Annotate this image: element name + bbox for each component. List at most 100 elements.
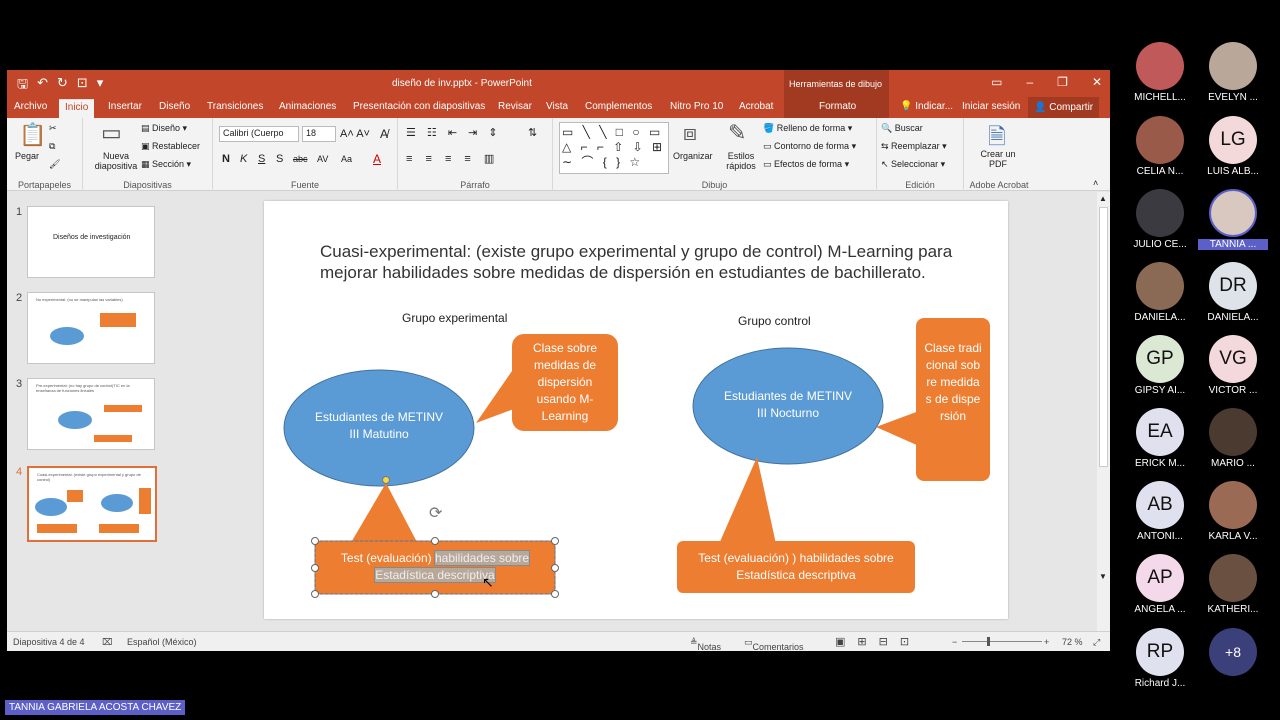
tab-presentacion[interactable]: Presentación con diapositivas — [353, 101, 485, 112]
share-button[interactable]: 👤 Compartir — [1028, 97, 1100, 118]
maximize-icon[interactable]: ❐ — [1057, 75, 1068, 89]
close-icon[interactable]: ✕ — [1092, 75, 1102, 89]
list-icons[interactable]: ☰ ☷ ⇤ ⇥ ⇕ — [406, 126, 502, 139]
resize-handle[interactable] — [551, 590, 559, 598]
vertical-scrollbar[interactable]: ▲ ▼ — [1097, 192, 1110, 632]
underline-button[interactable]: S — [258, 153, 265, 165]
ctrl-group-label[interactable]: Grupo control — [738, 314, 811, 328]
zoom-slider[interactable] — [962, 641, 1042, 642]
participant-tile[interactable]: KATHERI... — [1198, 554, 1268, 615]
ribbon-options-icon[interactable]: ▭ — [991, 75, 1002, 89]
paste-button[interactable]: Pegar — [15, 151, 39, 161]
quick-styles-icon[interactable]: ✎ — [728, 120, 746, 146]
participant-tile[interactable]: KARLA V... — [1198, 481, 1268, 542]
cut-icon[interactable]: ✂ — [49, 123, 57, 134]
font-size-select[interactable]: 18 — [302, 126, 336, 142]
tab-diseno[interactable]: Diseño — [159, 101, 190, 112]
zoom-out-icon[interactable]: − — [952, 637, 957, 647]
select-button[interactable]: ↖ Seleccionar ▾ — [881, 159, 945, 170]
tab-nitro[interactable]: Nitro Pro 10 — [670, 101, 723, 112]
create-pdf-button[interactable]: Crear un PDF — [978, 149, 1018, 169]
participant-tile[interactable]: GP GIPSY AI... — [1125, 335, 1195, 396]
participant-tile[interactable]: TANNIA ... — [1198, 189, 1268, 250]
find-button[interactable]: 🔍 Buscar — [881, 123, 923, 134]
zoom-slider-thumb[interactable] — [987, 637, 990, 646]
align-icons[interactable]: ≡ ≡ ≡ ≡ ▥ — [406, 152, 499, 165]
format-painter-icon[interactable]: 🖌 — [49, 159, 60, 170]
tab-animaciones[interactable]: Animaciones — [279, 101, 336, 112]
customize-qat-icon[interactable]: ▾ — [97, 75, 104, 97]
slide-thumbnail-2[interactable]: No experimental: (no se manipulan las va… — [27, 292, 155, 364]
exp-test-text[interactable]: Test (evaluación) habilidades sobre Esta… — [320, 550, 550, 584]
reset-button[interactable]: ▣ Restablecer — [141, 141, 200, 152]
rotate-handle-icon[interactable]: ⟳ — [429, 503, 443, 522]
section-button[interactable]: ▦ Sección ▾ — [141, 159, 191, 170]
clear-format-icon[interactable]: A̸ — [380, 127, 388, 141]
resize-handle[interactable] — [551, 564, 559, 572]
tab-transiciones[interactable]: Transiciones — [207, 101, 263, 112]
spellcheck-icon[interactable]: ⌧ — [102, 637, 112, 648]
resize-handle[interactable] — [431, 537, 439, 545]
participant-tile[interactable]: AB ANTONI... — [1125, 481, 1195, 542]
save-icon[interactable]: 🖫 — [17, 75, 28, 97]
collapse-ribbon-icon[interactable]: ˄ — [1093, 178, 1098, 188]
font-color-icon[interactable]: A — [373, 152, 381, 166]
participant-tile[interactable]: CELIA N... — [1125, 116, 1195, 177]
participant-tile[interactable]: AP ANGELA ... — [1125, 554, 1195, 615]
arrange-icon[interactable]: ⧈ — [683, 120, 697, 146]
shape-fill-button[interactable]: 🪣 Relleno de forma ▾ — [763, 123, 852, 134]
zoom-level[interactable]: 72 % — [1062, 637, 1083, 647]
shape-outline-button[interactable]: ▭ Contorno de forma ▾ — [763, 141, 856, 152]
new-slide-button[interactable]: Nueva diapositiva — [93, 151, 139, 171]
participant-tile[interactable]: MICHELL... — [1125, 42, 1195, 103]
scroll-up-icon[interactable]: ▲ — [1099, 194, 1107, 203]
language-status[interactable]: Español (México) — [127, 637, 197, 647]
undo-icon[interactable]: ↶ — [37, 75, 48, 97]
grow-font-icon[interactable]: A˄ A˅ — [340, 128, 370, 140]
participant-tile[interactable]: RP Richard J... — [1125, 628, 1195, 689]
italic-button[interactable]: K — [240, 153, 247, 165]
tab-complementos[interactable]: Complementos — [585, 101, 652, 112]
change-case-button[interactable]: Aa — [341, 154, 352, 164]
arrange-button[interactable]: Organizar — [673, 151, 713, 161]
participant-tile[interactable]: VG VICTOR ... — [1198, 335, 1268, 396]
new-slide-icon[interactable]: ▭ — [101, 120, 122, 146]
fit-slide-icon[interactable]: ⤢ — [1093, 637, 1100, 648]
signin-link[interactable]: Iniciar sesión — [962, 101, 1020, 112]
adjust-handle[interactable] — [382, 476, 390, 484]
slide-thumbnail-1[interactable]: Diseños de investigación — [27, 206, 155, 278]
present-icon[interactable]: ⊡ — [77, 75, 88, 97]
replace-button[interactable]: ⇆ Reemplazar ▾ — [881, 141, 947, 152]
slide-thumbnail-3[interactable]: Pre-experimental: (no hay grupo de contr… — [27, 378, 155, 450]
shapes-gallery[interactable]: ▭ ╲ ╲ □ ○ ▭ △ ⌐ ⌐ ⇧ ⇩ ⊞ ∼ ⌒ { } ☆ — [559, 122, 669, 174]
resize-handle[interactable] — [431, 590, 439, 598]
tell-me-search[interactable]: 💡 Indicar... — [900, 101, 953, 112]
bold-button[interactable]: N — [222, 153, 230, 165]
slide-thumbnail-4[interactable]: Cuasi-experimental: (existe grupo experi… — [27, 466, 157, 542]
scroll-thumb[interactable] — [1099, 207, 1108, 467]
font-name-select[interactable]: Calibri (Cuerpo — [219, 126, 299, 142]
tab-formato[interactable]: Formato — [784, 97, 889, 118]
resize-handle[interactable] — [311, 590, 319, 598]
tab-archivo[interactable]: Archivo — [14, 101, 47, 112]
text-direction-icon[interactable]: ⇅ — [528, 126, 537, 139]
resize-handle[interactable] — [311, 564, 319, 572]
char-spacing-button[interactable]: AV — [317, 154, 328, 164]
exp-group-label[interactable]: Grupo experimental — [402, 311, 507, 325]
participant-tile[interactable]: EA ERICK M... — [1125, 408, 1195, 469]
tab-vista[interactable]: Vista — [546, 101, 568, 112]
redo-icon[interactable]: ↻ — [57, 75, 68, 97]
copy-icon[interactable]: ⧉ — [49, 141, 55, 152]
shape-effects-button[interactable]: ▭ Efectos de forma ▾ — [763, 159, 849, 170]
participant-tile[interactable]: DR DANIELA... — [1198, 262, 1268, 323]
participant-tile[interactable]: JULIO CE... — [1125, 189, 1195, 250]
view-buttons[interactable]: ▣⊞⊟⊡ — [835, 635, 921, 648]
participant-tile[interactable]: EVELYN ... — [1198, 42, 1268, 103]
current-slide[interactable]: ⟳ Cuasi-experimental: (existe grupo expe… — [264, 201, 1008, 619]
paste-icon[interactable]: 📋 — [19, 122, 46, 148]
participant-tile[interactable]: MARIO ... — [1198, 408, 1268, 469]
tab-inicio[interactable]: Inicio — [59, 99, 95, 118]
shadow-button[interactable]: S — [276, 153, 283, 165]
layout-button[interactable]: ▤ Diseño ▾ — [141, 123, 187, 134]
notes-button[interactable]: ≜ Notas — [690, 637, 721, 651]
